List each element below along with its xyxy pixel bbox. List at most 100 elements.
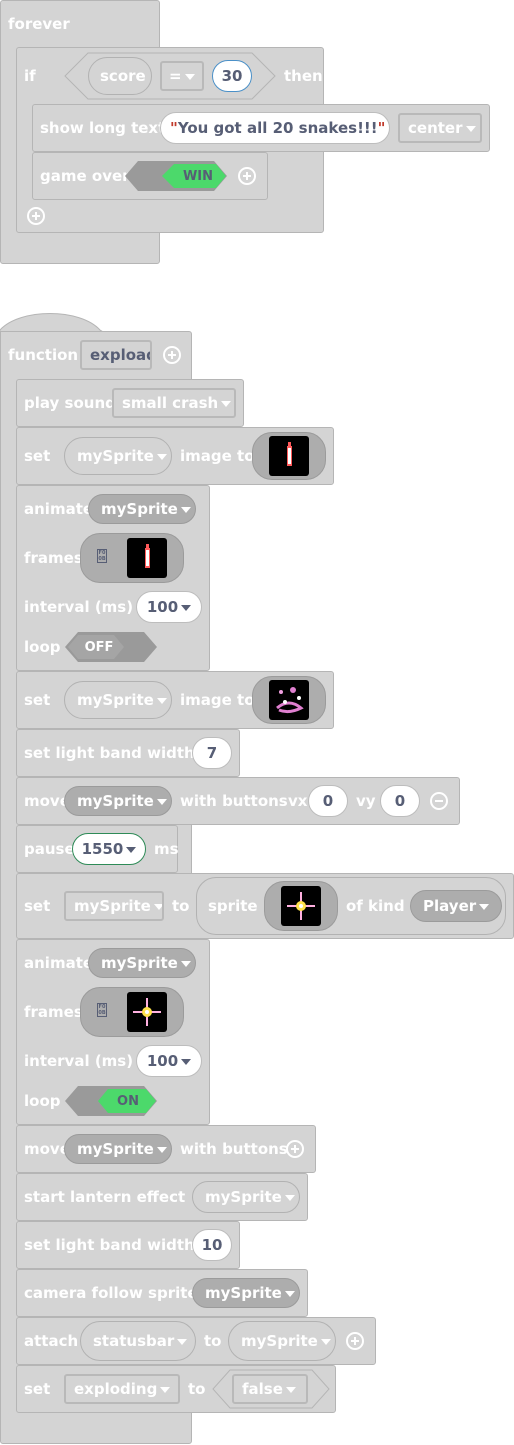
win-toggle[interactable]: WIN	[124, 160, 228, 192]
light-band-input-1[interactable]: 7	[192, 737, 232, 769]
frames-label: frames	[24, 549, 83, 567]
chevron-down-icon	[156, 453, 167, 460]
sparkle-image-thumbnail	[281, 886, 321, 926]
interval-value-1: 100	[146, 598, 179, 616]
score-variable[interactable]: score	[88, 57, 152, 95]
interval-label: interval (ms)	[24, 1052, 134, 1070]
chevron-down-icon	[156, 697, 167, 704]
interval-value-2: 100	[146, 1052, 179, 1070]
set-label: set	[24, 1380, 51, 1398]
boolean-dropdown[interactable]: false	[232, 1374, 308, 1404]
text-position-dropdown[interactable]: center	[398, 113, 482, 143]
to-label: to	[204, 1332, 222, 1350]
chevron-down-icon	[284, 1290, 295, 1297]
light-band-label: set light band width	[24, 1236, 195, 1254]
move-sprite-dropdown[interactable]: mySprite	[64, 786, 172, 816]
move-sprite-dropdown[interactable]: mySprite	[64, 1134, 172, 1164]
animate-label: animate	[24, 500, 94, 518]
set-label: set	[24, 447, 51, 465]
chevron-down-icon	[285, 1386, 296, 1393]
loop-toggle-off[interactable]: OFF	[64, 631, 158, 663]
chevron-down-icon	[180, 506, 191, 513]
operator-value: =	[169, 67, 182, 85]
animate-sprite-dropdown[interactable]: mySprite	[88, 494, 196, 524]
statusbar-variable-dropdown[interactable]: statusbar	[80, 1321, 196, 1361]
loop-label: loop	[24, 1092, 61, 1110]
long-text-value: You got all 20 snakes!!!	[177, 119, 378, 137]
to-label: to	[188, 1380, 206, 1398]
sprite-variable-field[interactable]: mySprite	[64, 891, 164, 921]
exploding-variable-field[interactable]: exploding	[64, 1374, 180, 1404]
chevron-down-icon	[221, 400, 232, 407]
show-long-text-label: show long text	[40, 119, 164, 137]
frames-grid-icon: F0 0B	[97, 549, 107, 563]
quote-open-icon: "	[170, 119, 178, 137]
chevron-down-icon	[160, 1386, 171, 1393]
set-label: set	[24, 897, 51, 915]
interval-dropdown-2[interactable]: 100	[136, 1045, 202, 1077]
lantern-sprite-dropdown[interactable]: mySprite	[192, 1181, 300, 1213]
remove-argument-icon[interactable]	[430, 792, 448, 810]
loop-on-label: ON	[117, 1094, 139, 1109]
attach-sprite-value: mySprite	[241, 1332, 318, 1350]
add-argument-icon[interactable]	[346, 1332, 364, 1350]
vx-label: vx	[288, 792, 308, 810]
add-argument-icon[interactable]	[286, 1140, 304, 1158]
move-sprite-value: mySprite	[77, 792, 154, 810]
collapse-chevron-up-icon[interactable]	[163, 346, 181, 364]
move-label: move	[24, 1140, 70, 1158]
play-sound-label: play sound	[24, 394, 112, 412]
kind-dropdown[interactable]: Player	[410, 890, 502, 922]
function-label: function	[8, 346, 79, 364]
set-label: set	[24, 691, 51, 709]
kind-value: Player	[423, 897, 477, 915]
vx-input[interactable]: 0	[308, 785, 348, 817]
frames-label: frames	[24, 1003, 83, 1021]
vy-input[interactable]: 0	[380, 785, 420, 817]
quote-close-icon: "	[377, 119, 386, 137]
add-argument-icon[interactable]	[238, 167, 256, 185]
chevron-down-icon	[181, 1058, 192, 1065]
sprite-label: sprite	[208, 897, 258, 915]
camera-sprite-dropdown[interactable]: mySprite	[192, 1278, 300, 1308]
chevron-down-icon	[177, 1338, 188, 1345]
lantern-effect-label: start lantern effect	[24, 1188, 186, 1206]
sprite-variable-value: mySprite	[74, 897, 151, 915]
attach-sprite-dropdown[interactable]: mySprite	[228, 1321, 336, 1361]
game-over-label: game over	[40, 167, 130, 185]
chevron-down-icon	[184, 73, 195, 80]
sprite-variable-value: mySprite	[77, 691, 154, 709]
frames-sparkle-thumbnail	[127, 992, 167, 1032]
chevron-down-icon	[156, 1146, 167, 1153]
sprite-variable-dropdown[interactable]: mySprite	[64, 681, 172, 719]
compare-value-input[interactable]: 30	[212, 60, 252, 92]
add-else-icon[interactable]	[27, 207, 45, 225]
interval-label: interval (ms)	[24, 598, 134, 616]
chevron-down-icon	[156, 798, 167, 805]
explosion-image-thumbnail	[269, 680, 309, 720]
sound-dropdown[interactable]: small crash	[112, 388, 236, 418]
pause-label: pause	[24, 840, 75, 858]
interval-dropdown-1[interactable]: 100	[136, 591, 202, 623]
animate-sprite-dropdown[interactable]: mySprite	[88, 948, 196, 978]
chevron-down-icon	[465, 125, 476, 132]
long-text-input[interactable]: "You got all 20 snakes!!!"	[160, 112, 390, 144]
animate-sprite-value: mySprite	[101, 500, 178, 518]
pause-duration-dropdown[interactable]: 1550	[72, 833, 146, 865]
sprite-variable-dropdown[interactable]: mySprite	[64, 437, 172, 475]
image-to-label: image to	[180, 691, 255, 709]
chevron-down-icon	[181, 604, 192, 611]
to-label: to	[172, 897, 190, 915]
function-name-field[interactable]: expload	[80, 340, 152, 370]
win-toggle-label: WIN	[183, 169, 213, 184]
of-kind-label: of kind	[346, 897, 405, 915]
loop-toggle-on[interactable]: ON	[64, 1085, 158, 1117]
chevron-down-icon	[126, 846, 137, 853]
boolean-value: false	[242, 1380, 283, 1398]
move-label: move	[24, 792, 70, 810]
attach-label: attach	[24, 1332, 79, 1350]
chevron-down-icon	[320, 1338, 331, 1345]
animate-sprite-value: mySprite	[101, 954, 178, 972]
light-band-input-2[interactable]: 10	[192, 1229, 232, 1261]
operator-dropdown[interactable]: =	[160, 61, 204, 91]
